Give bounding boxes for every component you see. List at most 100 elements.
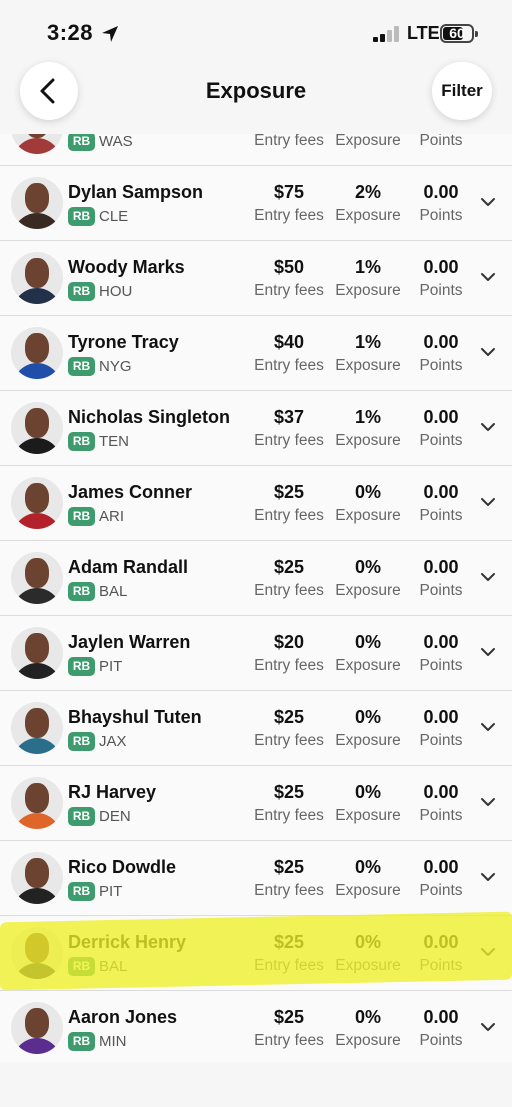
entry-fee-value: $50 — [273, 257, 305, 277]
player-row[interactable]: Bhayshul Tuten RB JAX $25 Entry fees 0% … — [0, 691, 512, 766]
exposure-label: Exposure — [335, 807, 401, 824]
team-abbr: HOU — [99, 283, 133, 300]
exposure-label: Exposure — [335, 1032, 401, 1049]
player-name: Adam Randall — [68, 557, 189, 577]
player-name: Jaylen Warren — [68, 632, 191, 652]
player-row[interactable]: Adam Randall RB BAL $25 Entry fees 0% Ex… — [0, 541, 512, 616]
player-row[interactable]: Derrick Henry RB BAL $25 Entry fees 0% E… — [0, 916, 512, 991]
player-row[interactable]: Tyrone Tracy RB NYG $40 Entry fees 1% Ex… — [0, 316, 512, 391]
entry-fee-label: Entry fees — [254, 1032, 324, 1049]
chevron-down-icon[interactable] — [480, 421, 496, 433]
player-avatar — [11, 777, 63, 829]
player-avatar — [11, 252, 63, 304]
chevron-down-icon[interactable] — [480, 571, 496, 583]
position-badge: RB — [68, 807, 95, 826]
chevron-down-icon[interactable] — [480, 196, 496, 208]
chevron-down-icon[interactable] — [480, 1021, 496, 1033]
entry-fee-value: $20 — [273, 632, 305, 652]
exposure-value: 0% — [354, 1007, 381, 1027]
player-avatar — [11, 327, 63, 379]
player-name: Dylan Sampson — [68, 182, 204, 202]
position-badge: RB — [68, 132, 95, 151]
points-label: Points — [419, 732, 463, 749]
exposure-value: 1% — [354, 407, 381, 427]
exposure-label: Exposure — [335, 432, 401, 449]
team-abbr: NYG — [99, 358, 132, 375]
position-badge: RB — [68, 357, 95, 376]
position-badge: RB — [68, 282, 95, 301]
team-abbr: JAX — [99, 733, 127, 750]
player-avatar — [11, 1002, 63, 1054]
position-badge: RB — [68, 957, 95, 976]
entry-fee-value: $25 — [273, 1007, 305, 1027]
points-label: Points — [419, 957, 463, 974]
chevron-down-icon[interactable] — [480, 496, 496, 508]
entry-fee-label: Entry fees — [254, 582, 324, 599]
position-badge: RB — [68, 507, 95, 526]
chevron-down-icon[interactable] — [480, 646, 496, 658]
team-abbr: BAL — [99, 958, 128, 975]
points-label: Points — [419, 282, 463, 299]
chevron-down-icon[interactable] — [480, 946, 496, 958]
position-badge: RB — [68, 582, 95, 601]
points-label: Points — [419, 582, 463, 599]
player-name: Rico Dowdle — [68, 857, 177, 877]
team-abbr: DEN — [99, 808, 131, 825]
points-value: 0.00 — [423, 182, 459, 202]
team-abbr: ARI — [99, 508, 125, 525]
chevron-down-icon[interactable] — [480, 721, 496, 733]
entry-fee-value: $40 — [273, 332, 305, 352]
entry-fee-label: Entry fees — [254, 132, 324, 149]
chevron-down-icon[interactable] — [480, 271, 496, 283]
battery-level: 60 — [449, 25, 465, 41]
entry-fee-label: Entry fees — [254, 957, 324, 974]
points-value: 0.00 — [423, 332, 459, 352]
entry-fee-label: Entry fees — [254, 207, 324, 224]
player-avatar — [11, 702, 63, 754]
points-value: 0.00 — [423, 932, 459, 952]
points-value: 0.00 — [423, 482, 459, 502]
player-avatar — [11, 477, 63, 529]
exposure-label: Exposure — [335, 957, 401, 974]
position-badge: RB — [68, 1032, 95, 1051]
player-row[interactable]: RJ Harvey RB DEN $25 Entry fees 0% Expos… — [0, 766, 512, 841]
location-arrow-icon — [102, 26, 118, 42]
exposure-value: 1% — [354, 332, 381, 352]
entry-fee-value: $25 — [273, 557, 305, 577]
player-row[interactable]: Jaylen Warren RB PIT $20 Entry fees 0% E… — [0, 616, 512, 691]
chevron-down-icon[interactable] — [480, 871, 496, 883]
player-list: RB WAS Entry fees Exposure Points Dylan … — [0, 91, 512, 1066]
player-name: Aaron Jones — [68, 1007, 178, 1027]
filter-button[interactable]: Filter — [432, 62, 492, 120]
points-label: Points — [419, 1032, 463, 1049]
player-row[interactable]: Nicholas Singleton RB TEN $37 Entry fees… — [0, 391, 512, 466]
points-label: Points — [419, 507, 463, 524]
player-avatar — [11, 402, 63, 454]
entry-fee-label: Entry fees — [254, 807, 324, 824]
player-row[interactable]: James Conner RB ARI $25 Entry fees 0% Ex… — [0, 466, 512, 541]
entry-fee-value: $37 — [273, 407, 305, 427]
entry-fee-label: Entry fees — [254, 732, 324, 749]
exposure-value: 0% — [354, 932, 381, 952]
player-row[interactable]: Dylan Sampson RB CLE $75 Entry fees 2% E… — [0, 166, 512, 241]
player-row[interactable]: Woody Marks RB HOU $50 Entry fees 1% Exp… — [0, 241, 512, 316]
network-type: LTE — [407, 23, 440, 43]
player-row[interactable]: Rico Dowdle RB PIT $25 Entry fees 0% Exp… — [0, 841, 512, 916]
entry-fee-value: $25 — [273, 782, 305, 802]
header: Exposure Filter — [0, 62, 512, 134]
entry-fee-value: $25 — [273, 857, 305, 877]
player-name: Nicholas Singleton — [68, 407, 231, 427]
player-name: Tyrone Tracy — [68, 332, 179, 352]
points-value: 0.00 — [423, 407, 459, 427]
chevron-down-icon[interactable] — [480, 346, 496, 358]
entry-fee-value: $25 — [273, 932, 305, 952]
exposure-value: 2% — [354, 182, 381, 202]
entry-fee-label: Entry fees — [254, 657, 324, 674]
player-avatar — [11, 177, 63, 229]
player-row[interactable]: Aaron Jones RB MIN $25 Entry fees 0% Exp… — [0, 991, 512, 1066]
player-avatar — [11, 627, 63, 679]
team-abbr: TEN — [99, 433, 129, 450]
team-abbr: CLE — [99, 208, 129, 225]
chevron-down-icon[interactable] — [480, 796, 496, 808]
points-label: Points — [419, 432, 463, 449]
